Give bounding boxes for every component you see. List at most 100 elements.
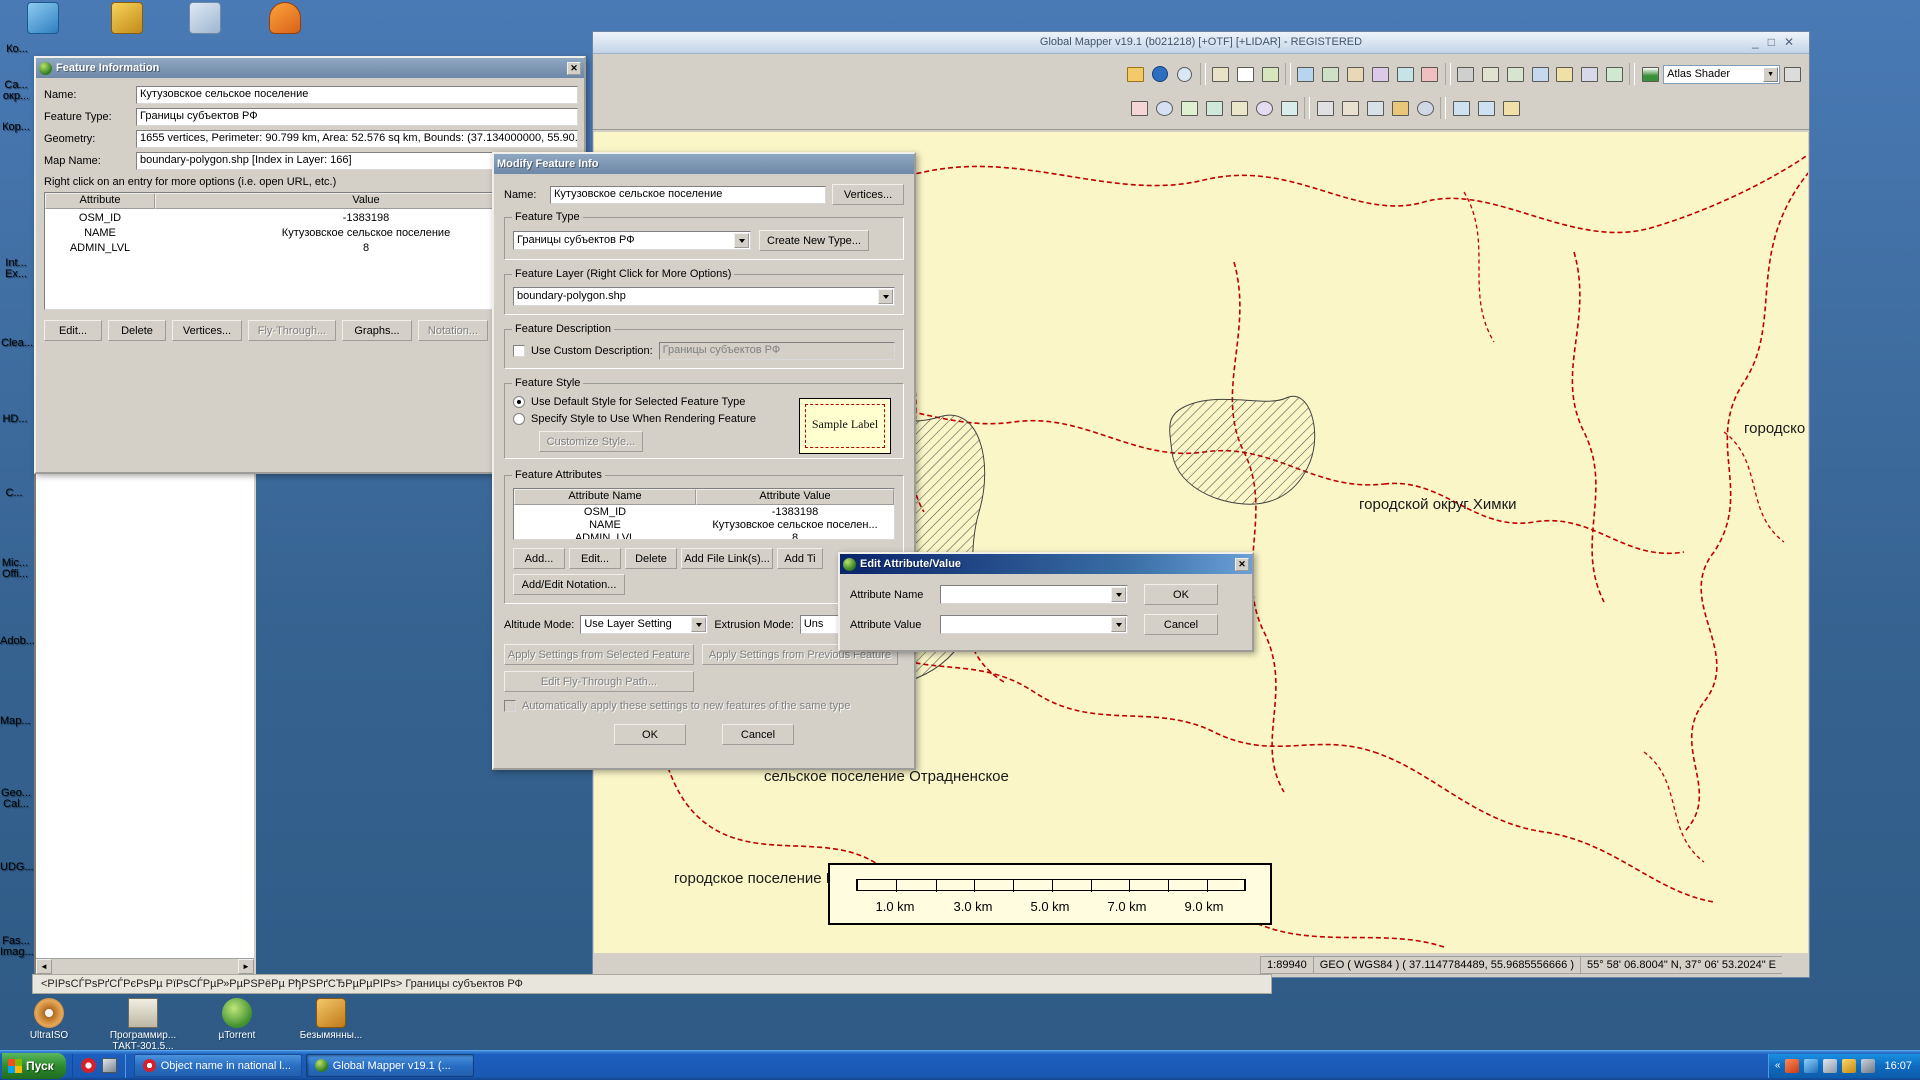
- desktop-icon-office[interactable]: Mic... Offi...: [0, 558, 30, 580]
- chevron-down-icon[interactable]: ▼: [1763, 67, 1778, 82]
- ok-button[interactable]: OK: [614, 724, 686, 745]
- desktop-icon-vlc[interactable]: [248, 2, 322, 36]
- task-button-opera[interactable]: Object name in national l...: [134, 1054, 302, 1077]
- scroll-left-arrow[interactable]: ◄: [36, 959, 52, 974]
- desktop-icon-map[interactable]: Map...: [0, 716, 30, 727]
- start-button[interactable]: Пуск: [2, 1053, 66, 1079]
- modify-feature-title-bar[interactable]: Modify Feature Info: [494, 154, 914, 174]
- measure-button[interactable]: [1258, 62, 1282, 86]
- layer-5-button[interactable]: [1393, 62, 1417, 86]
- feature-type-field[interactable]: Границы субъектов РФ: [136, 108, 578, 126]
- feature-type-select[interactable]: Границы субъектов РФ: [513, 231, 751, 250]
- close-button[interactable]: ✕: [1784, 35, 1803, 49]
- layer-3-button[interactable]: [1344, 62, 1368, 86]
- shade-2-button[interactable]: [1479, 62, 1503, 86]
- shade-4-button[interactable]: [1528, 62, 1552, 86]
- shade-6-button[interactable]: [1578, 62, 1602, 86]
- feature-information-title-bar[interactable]: Feature Information ✕: [36, 58, 584, 78]
- desktop-icon-shortcut[interactable]: [168, 2, 242, 36]
- help-button[interactable]: [1499, 96, 1523, 120]
- volume-icon[interactable]: [1823, 1059, 1837, 1073]
- undo-button[interactable]: [1449, 96, 1473, 120]
- draw-point-button[interactable]: [1127, 96, 1151, 120]
- close-icon[interactable]: ✕: [567, 62, 581, 75]
- add-file-links-button[interactable]: Add File Link(s)...: [681, 548, 773, 569]
- shader-select[interactable]: Atlas Shader ▼: [1663, 65, 1780, 84]
- desktop-icon-ultraiso[interactable]: UltraISO: [6, 998, 92, 1052]
- search-button[interactable]: [1413, 96, 1437, 120]
- chevron-down-icon[interactable]: [878, 289, 893, 304]
- info-tool-button[interactable]: [1148, 62, 1172, 86]
- desktop-icon-udig[interactable]: UDG...: [0, 862, 32, 873]
- shade-3-button[interactable]: [1503, 62, 1527, 86]
- desktop-icon-fastimage[interactable]: Fas... Imag...: [0, 936, 32, 958]
- network-icon[interactable]: [1804, 1059, 1818, 1073]
- vertices-button[interactable]: Vertices...: [832, 184, 904, 205]
- table-row[interactable]: NAME Кутузовское сельское поселен...: [514, 519, 894, 531]
- geometry-field[interactable]: 1655 vertices, Perimeter: 90.799 km, Are…: [136, 130, 578, 148]
- draw-line-button[interactable]: [1152, 96, 1176, 120]
- desktop-icon-hd[interactable]: HD...: [0, 414, 30, 425]
- layer-1-button[interactable]: [1294, 62, 1318, 86]
- redo-button[interactable]: [1474, 96, 1498, 120]
- column-attribute-value[interactable]: Attribute Value: [696, 489, 894, 505]
- column-attribute-name[interactable]: Attribute Name: [514, 489, 696, 505]
- usb-icon[interactable]: [1861, 1059, 1875, 1073]
- clock[interactable]: 16:07: [1884, 1060, 1912, 1072]
- chevron-left-icon[interactable]: «: [1775, 1060, 1781, 1071]
- lang-icon[interactable]: [1842, 1059, 1856, 1073]
- specify-style-option-row[interactable]: Specify Style to Use When Rendering Feat…: [513, 413, 795, 425]
- edit-attribute-button[interactable]: Edit...: [569, 548, 621, 569]
- specify-style-radio[interactable]: [513, 413, 525, 425]
- table-button[interactable]: [1388, 96, 1412, 120]
- default-style-option-row[interactable]: Use Default Style for Selected Feature T…: [513, 396, 795, 408]
- desktop-icon-internet[interactable]: Int... Ex...: [0, 258, 32, 280]
- attribute-value-select[interactable]: [940, 615, 1128, 634]
- desktop-icon-notepad[interactable]: [90, 2, 164, 36]
- layer-4-button[interactable]: [1368, 62, 1392, 86]
- desktop-icon-cleaner[interactable]: Clea...: [0, 338, 34, 349]
- desktop-icon-folder[interactable]: Ко...: [2, 44, 32, 55]
- table-row[interactable]: ADMIN_LVL 8: [514, 532, 894, 540]
- draw-rect-button[interactable]: [1227, 96, 1251, 120]
- feature-attributes-list[interactable]: Attribute Name Attribute Value OSM_ID -1…: [513, 488, 895, 540]
- desktop-icon-programmer[interactable]: Программир... ТАКТ-301.5...: [100, 998, 186, 1052]
- desktop-icon-geocalc[interactable]: Geo... Cal...: [0, 788, 32, 810]
- shade-5-button[interactable]: [1553, 62, 1577, 86]
- edit-attribute-title-bar[interactable]: Edit Attribute/Value ✕: [840, 554, 1252, 574]
- desktop-icon-utorrent[interactable]: µTorrent: [194, 998, 280, 1052]
- desktop-icon-adobe[interactable]: Adob...: [0, 636, 32, 647]
- select-button[interactable]: [1233, 62, 1257, 86]
- shade-1-button[interactable]: [1454, 62, 1478, 86]
- chevron-down-icon[interactable]: [1111, 587, 1126, 602]
- name-input[interactable]: Кутузовское сельское поселение: [550, 186, 826, 204]
- feature-layer-select[interactable]: boundary-polygon.shp: [513, 287, 895, 306]
- desktop-icon-unnamed[interactable]: Безымянны...: [288, 998, 374, 1052]
- mountain-shader-button[interactable]: [1638, 62, 1662, 86]
- shader-options-button[interactable]: [1781, 62, 1805, 86]
- draw-curve-button[interactable]: [1202, 96, 1226, 120]
- add-attribute-button[interactable]: Add...: [513, 548, 565, 569]
- chevron-down-icon[interactable]: [734, 233, 749, 248]
- shield-icon[interactable]: [1785, 1059, 1799, 1073]
- attribute-name-select[interactable]: [940, 585, 1128, 604]
- cancel-button[interactable]: Cancel: [722, 724, 794, 745]
- delete-attribute-button[interactable]: Delete: [625, 548, 677, 569]
- add-time-button[interactable]: Add Ti: [777, 548, 823, 569]
- app-title-bar[interactable]: Global Mapper v19.1 (b021218) [+OTF] [+L…: [593, 32, 1809, 54]
- ok-button[interactable]: OK: [1144, 584, 1218, 605]
- desktop-icon-drive[interactable]: C...: [0, 488, 28, 499]
- package-icon[interactable]: [102, 1058, 117, 1073]
- desktop-icon-app[interactable]: Са... окр...: [0, 80, 32, 102]
- use-custom-description-checkbox[interactable]: [513, 345, 525, 357]
- desktop-icon-recycle-bin[interactable]: Кор...: [0, 122, 32, 133]
- move-button[interactable]: [1313, 96, 1337, 120]
- minimize-button[interactable]: _: [1752, 35, 1768, 49]
- delete-button[interactable]: Delete: [108, 320, 166, 341]
- horizontal-scrollbar[interactable]: ◄ ►: [36, 958, 254, 974]
- shade-7-button[interactable]: [1603, 62, 1627, 86]
- layer-2-button[interactable]: [1319, 62, 1343, 86]
- chevron-down-icon[interactable]: [1111, 617, 1126, 632]
- use-default-style-radio[interactable]: [513, 396, 525, 408]
- cancel-button[interactable]: Cancel: [1144, 614, 1218, 635]
